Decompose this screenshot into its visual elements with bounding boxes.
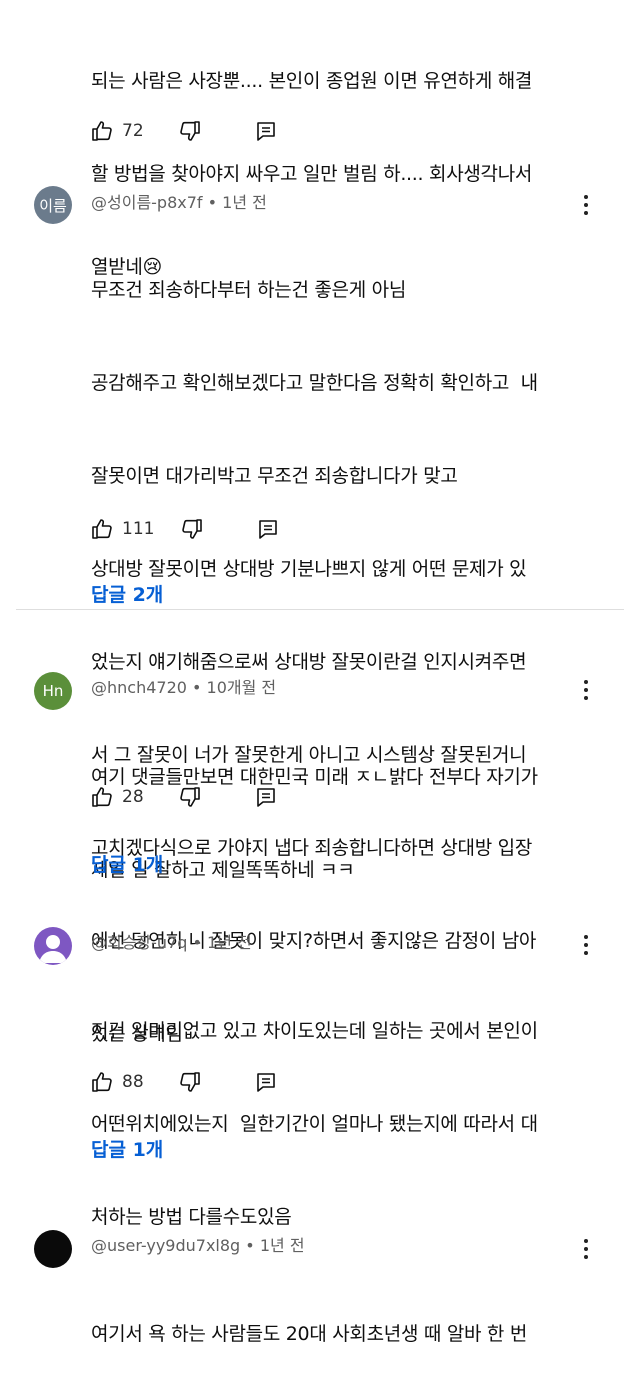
thumbs-down-icon (178, 119, 202, 143)
meta-separator: • (202, 193, 223, 212)
comment-actions: 28 (90, 782, 278, 812)
comment-reply-icon (254, 1070, 278, 1094)
author-name[interactable]: @희승장-u7q (91, 933, 187, 952)
thumbs-down-icon (178, 785, 202, 809)
comment-line: 할 방법을 찾아야지 싸우고 일만 벌림 하.... 회사생각나서 (91, 163, 533, 185)
meta-separator: • (187, 933, 208, 952)
like-button[interactable]: 88 (90, 1070, 144, 1094)
reply-button[interactable] (254, 1070, 278, 1094)
avatar[interactable] (34, 1230, 72, 1268)
like-count: 88 (122, 1072, 144, 1092)
dislike-button[interactable] (178, 1070, 202, 1094)
view-replies-button[interactable]: 답글 1개 (91, 1135, 163, 1162)
comment-time[interactable]: 10개월 전 (207, 678, 277, 697)
comment-line: 무조건 죄송하다부터 하는건 좋은게 아님 (91, 279, 407, 301)
comment-time[interactable]: 1년 전 (222, 193, 267, 212)
thumbs-down-icon (178, 1070, 202, 1094)
comment-reply-icon (256, 517, 280, 541)
comment-line: 공감해주고 확인해보겠다고 말한다음 정확히 확인하고 내 (91, 372, 538, 394)
avatar[interactable]: 이름 (34, 186, 72, 224)
author-name[interactable]: @user-yy9du7xl8g (91, 1236, 240, 1255)
comment-meta: @성이름-p8x7f • 1년 전 (91, 189, 267, 213)
meta-separator: • (186, 678, 207, 697)
view-replies-button[interactable]: 답글 1개 (91, 850, 163, 877)
like-button[interactable]: 28 (90, 785, 144, 809)
like-count: 72 (122, 121, 144, 141)
comment-actions: 88 (90, 1067, 278, 1097)
comment-meta: @희승장-u7q • 1년 전 (91, 929, 252, 953)
avatar[interactable]: Hn (34, 672, 72, 710)
comment-line: 처하는 방법 다를수도있음 (91, 1206, 292, 1228)
reply-button[interactable] (254, 785, 278, 809)
dislike-button[interactable] (180, 517, 204, 541)
author-name[interactable]: @성이름-p8x7f (91, 193, 203, 212)
reply-button[interactable] (256, 517, 280, 541)
avatar[interactable] (34, 927, 72, 965)
section-divider (16, 609, 624, 610)
thumbs-up-icon (90, 1070, 114, 1094)
comment-text: 저건 일머리없고 있고 차이도있는데 일하는 곳에서 본인이 어떤위치에있는지 … (91, 954, 538, 1264)
reply-button[interactable] (254, 119, 278, 143)
thumbs-up-icon (90, 517, 114, 541)
comment-line: 잘못이면 대가리박고 무조건 죄송합니다가 맞고 (91, 465, 458, 487)
comment-line: 여기서 욕 하는 사람들도 20대 사회초년생 때 알바 한 번 (91, 1323, 528, 1345)
comment-meta: @hnch4720 • 10개월 전 (91, 674, 276, 698)
comment-meta: @user-yy9du7xl8g • 1년 전 (91, 1232, 305, 1256)
comment-time[interactable]: 1년 전 (207, 933, 252, 952)
like-button[interactable]: 111 (90, 517, 154, 541)
comment-reply-icon (254, 119, 278, 143)
dislike-button[interactable] (178, 785, 202, 809)
thumbs-down-icon (180, 517, 204, 541)
thumbs-up-icon (90, 785, 114, 809)
more-vert-icon[interactable] (576, 677, 596, 703)
author-name[interactable]: @hnch4720 (91, 678, 187, 697)
comment-line: 되는 사람은 사장뿐.... 본인이 종업원 이면 유연하게 해결 (91, 70, 533, 92)
comment-reply-icon (254, 785, 278, 809)
like-count: 111 (122, 519, 155, 539)
more-vert-icon[interactable] (576, 192, 596, 218)
comment-line: 저건 일머리없고 있고 차이도있는데 일하는 곳에서 본인이 (91, 1020, 538, 1042)
thumbs-up-icon (90, 119, 114, 143)
more-vert-icon[interactable] (576, 1236, 596, 1262)
view-replies-button[interactable]: 답글 2개 (91, 580, 163, 607)
like-count: 28 (122, 787, 144, 807)
like-button[interactable]: 72 (90, 119, 144, 143)
more-vert-icon[interactable] (576, 932, 596, 958)
comment-time[interactable]: 1년 전 (260, 1236, 305, 1255)
comment-actions: 111 (90, 514, 280, 544)
avatar-initials: Hn (42, 682, 64, 700)
meta-separator: • (240, 1236, 260, 1255)
avatar-initials: 이름 (39, 196, 67, 215)
comment-text: 여기서 욕 하는 사람들도 20대 사회초년생 때 알바 한 번 (91, 1257, 527, 1381)
dislike-button[interactable] (178, 119, 202, 143)
person-silhouette-icon (34, 927, 72, 965)
comment-actions: 72 (90, 116, 278, 146)
